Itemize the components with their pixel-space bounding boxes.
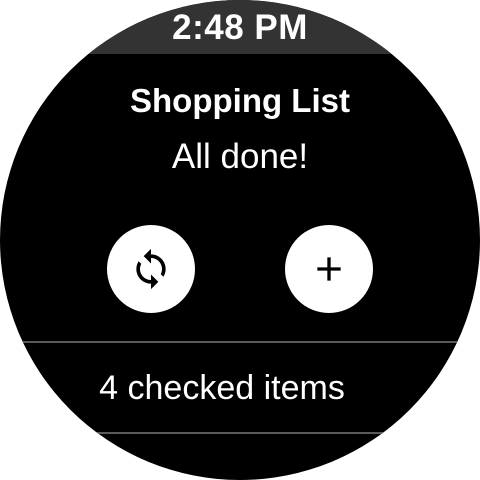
status-time: 2:48 PM	[172, 8, 308, 47]
add-item-button[interactable]	[285, 225, 373, 313]
status-message: All done!	[171, 137, 309, 176]
refresh-button[interactable]	[107, 225, 195, 313]
page-title: Shopping List	[130, 82, 350, 119]
watch-screen: 2:48 PM Shopping List All done! 4 checke…	[0, 0, 480, 480]
add-icon	[317, 257, 341, 281]
refresh-icon	[136, 248, 166, 290]
checked-items-label: 4 checked items	[99, 369, 345, 407]
status-bar: 2:48 PM	[0, 0, 480, 54]
checked-items-row[interactable]: 4 checked items	[0, 343, 480, 432]
divider	[0, 432, 480, 434]
